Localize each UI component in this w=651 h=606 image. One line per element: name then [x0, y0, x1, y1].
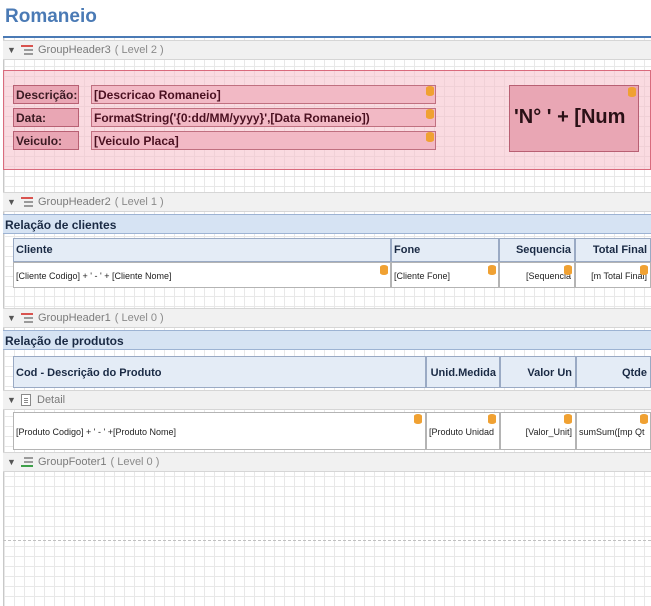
collapse-arrow-icon[interactable]: ▼	[7, 45, 16, 55]
clients-col-sequencia[interactable]: Sequencia	[499, 238, 575, 262]
band-name: GroupFooter1	[38, 456, 107, 468]
database-field-icon	[564, 414, 572, 424]
detail-band-icon	[21, 394, 31, 406]
database-field-icon	[426, 86, 434, 96]
veiculo-field[interactable]: [Veiculo Placa]	[91, 131, 436, 150]
database-field-icon	[426, 109, 434, 119]
band-group-footer1[interactable]: ▼ GroupFooter1 ( Level 0 )	[3, 452, 651, 472]
band-name: GroupHeader2	[38, 196, 111, 208]
group-footer-icon	[21, 456, 33, 468]
products-col-unid-medida[interactable]: Unid.Medida	[426, 356, 500, 388]
band-level: ( Level 1 )	[114, 196, 164, 208]
collapse-arrow-icon[interactable]: ▼	[7, 395, 16, 405]
database-field-icon	[488, 414, 496, 424]
descricao-field[interactable]: [Descricao Romaneio]	[91, 85, 436, 104]
band-group-header3[interactable]: ▼ GroupHeader3 ( Level 2 )	[3, 40, 651, 60]
collapse-arrow-icon[interactable]: ▼	[7, 197, 16, 207]
clients-col-cliente[interactable]: Cliente	[13, 238, 391, 262]
database-field-icon	[640, 414, 648, 424]
group-header-icon	[21, 312, 33, 324]
band-group-header1[interactable]: ▼ GroupHeader1 ( Level 0 )	[3, 308, 651, 328]
data-field[interactable]: FormatString('{0:dd/MM/yyyy}',[Data Roma…	[91, 108, 436, 127]
band-name: Detail	[37, 394, 66, 406]
products-col-valor-un[interactable]: Valor Un	[500, 356, 576, 388]
database-field-icon	[380, 265, 388, 275]
report-title[interactable]: Romaneio	[5, 6, 97, 28]
collapse-arrow-icon[interactable]: ▼	[7, 457, 16, 467]
clients-cell-cliente[interactable]: [Cliente Codigo] + ' - ' + [Cliente Nome…	[13, 262, 391, 288]
products-col-qtde[interactable]: Qtde	[576, 356, 651, 388]
data-label[interactable]: Data:	[13, 108, 79, 127]
band-level: ( Level 0 )	[110, 456, 160, 468]
database-field-icon	[640, 265, 648, 275]
band-group-header2[interactable]: ▼ GroupHeader2 ( Level 1 )	[3, 192, 651, 212]
group-header-icon	[21, 44, 33, 56]
clients-section-title[interactable]: Relação de clientes	[3, 214, 651, 234]
group-header-icon	[21, 196, 33, 208]
clients-cell-fone[interactable]: [Cliente Fone]	[391, 262, 499, 288]
clients-col-fone[interactable]: Fone	[391, 238, 499, 262]
products-col-descricao[interactable]: Cod - Descrição do Produto	[13, 356, 426, 388]
database-field-icon	[488, 265, 496, 275]
title-underline	[3, 36, 651, 38]
numero-romaneio-field[interactable]: 'N° ' + [Num	[509, 85, 639, 152]
database-field-icon	[414, 414, 422, 424]
products-section-title[interactable]: Relação de produtos	[3, 330, 651, 350]
band-name: GroupHeader1	[38, 312, 111, 324]
clients-col-total-final[interactable]: Total Final	[575, 238, 651, 262]
collapse-arrow-icon[interactable]: ▼	[7, 313, 16, 323]
database-field-icon	[564, 265, 572, 275]
descricao-label[interactable]: Descrição:	[13, 85, 79, 104]
band-level: ( Level 2 )	[114, 44, 164, 56]
band-name: GroupHeader3	[38, 44, 111, 56]
database-field-icon	[426, 132, 434, 142]
page-margin-line	[3, 540, 651, 541]
database-field-icon	[628, 87, 636, 97]
veiculo-label[interactable]: Veiculo:	[13, 131, 79, 150]
band-detail[interactable]: ▼ Detail	[3, 390, 651, 410]
products-cell-descricao[interactable]: [Produto Codigo] + ' - ' +[Produto Nome]	[13, 412, 426, 450]
band-level: ( Level 0 )	[114, 312, 164, 324]
